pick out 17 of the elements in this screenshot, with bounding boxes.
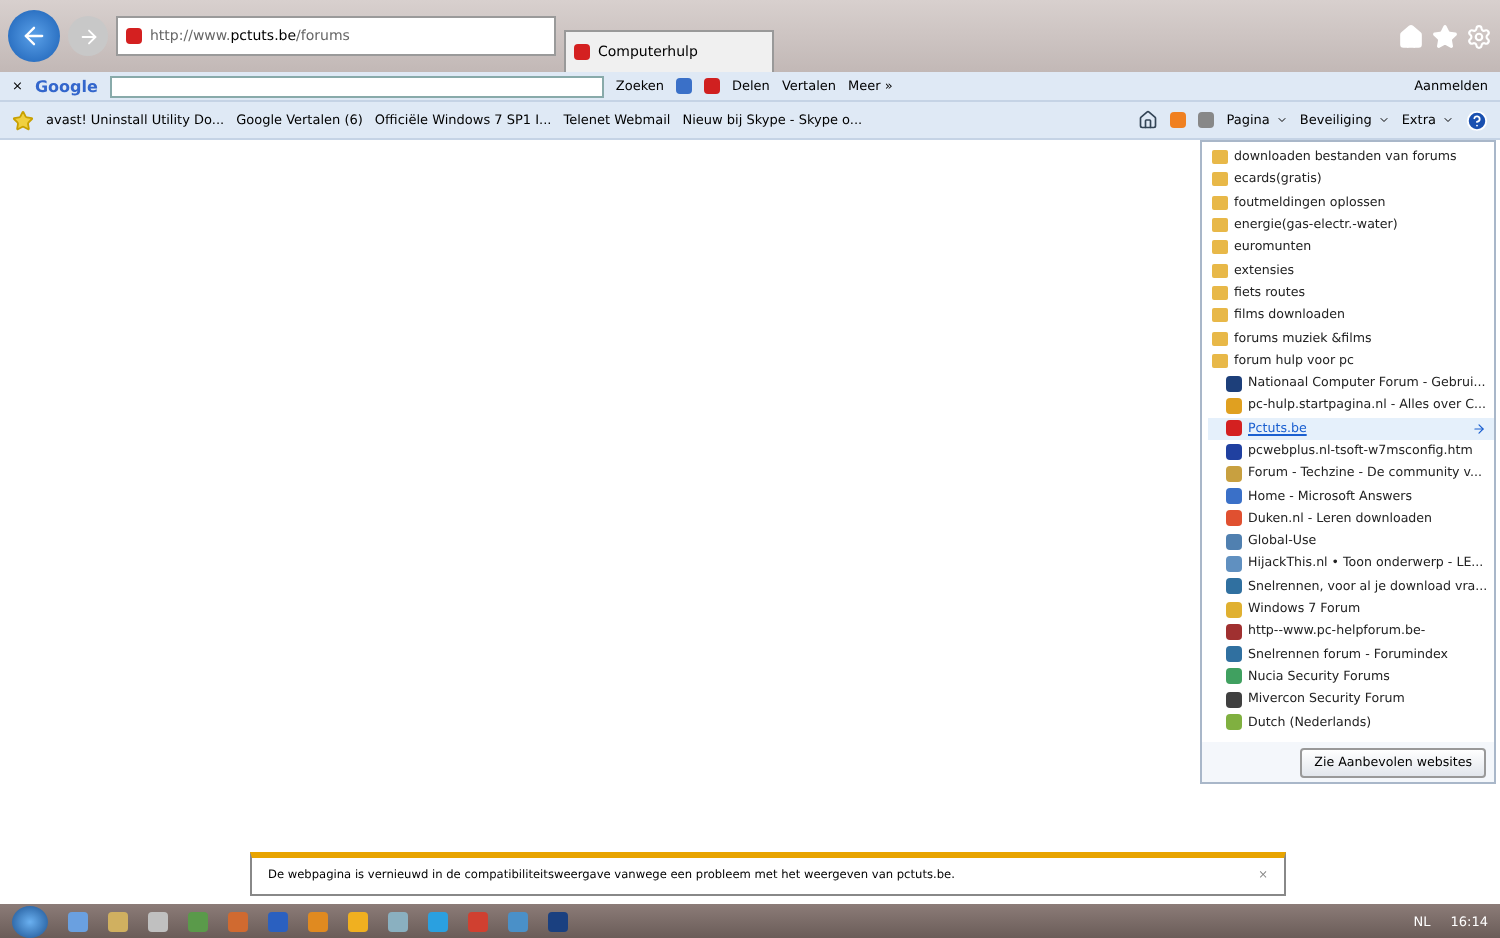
google-logo: Google <box>34 77 98 95</box>
caret-icon <box>1442 114 1454 126</box>
caret-icon <box>1275 114 1288 126</box>
site-favicon-icon <box>574 44 590 60</box>
favorites-star-icon[interactable] <box>12 109 34 131</box>
star-icon[interactable] <box>1432 23 1458 49</box>
site-favicon-icon <box>126 28 142 44</box>
arrow-right-icon <box>77 25 99 47</box>
arrow-icon <box>1471 421 1486 436</box>
help-icon[interactable] <box>1466 109 1488 131</box>
forward-button[interactable] <box>68 16 108 56</box>
home-icon[interactable] <box>1138 110 1159 130</box>
start-button[interactable] <box>12 905 48 937</box>
back-button[interactable] <box>8 10 60 62</box>
search-field[interactable] <box>109 75 604 97</box>
settings-icon[interactable] <box>1466 23 1492 49</box>
caret-icon <box>1377 114 1390 126</box>
